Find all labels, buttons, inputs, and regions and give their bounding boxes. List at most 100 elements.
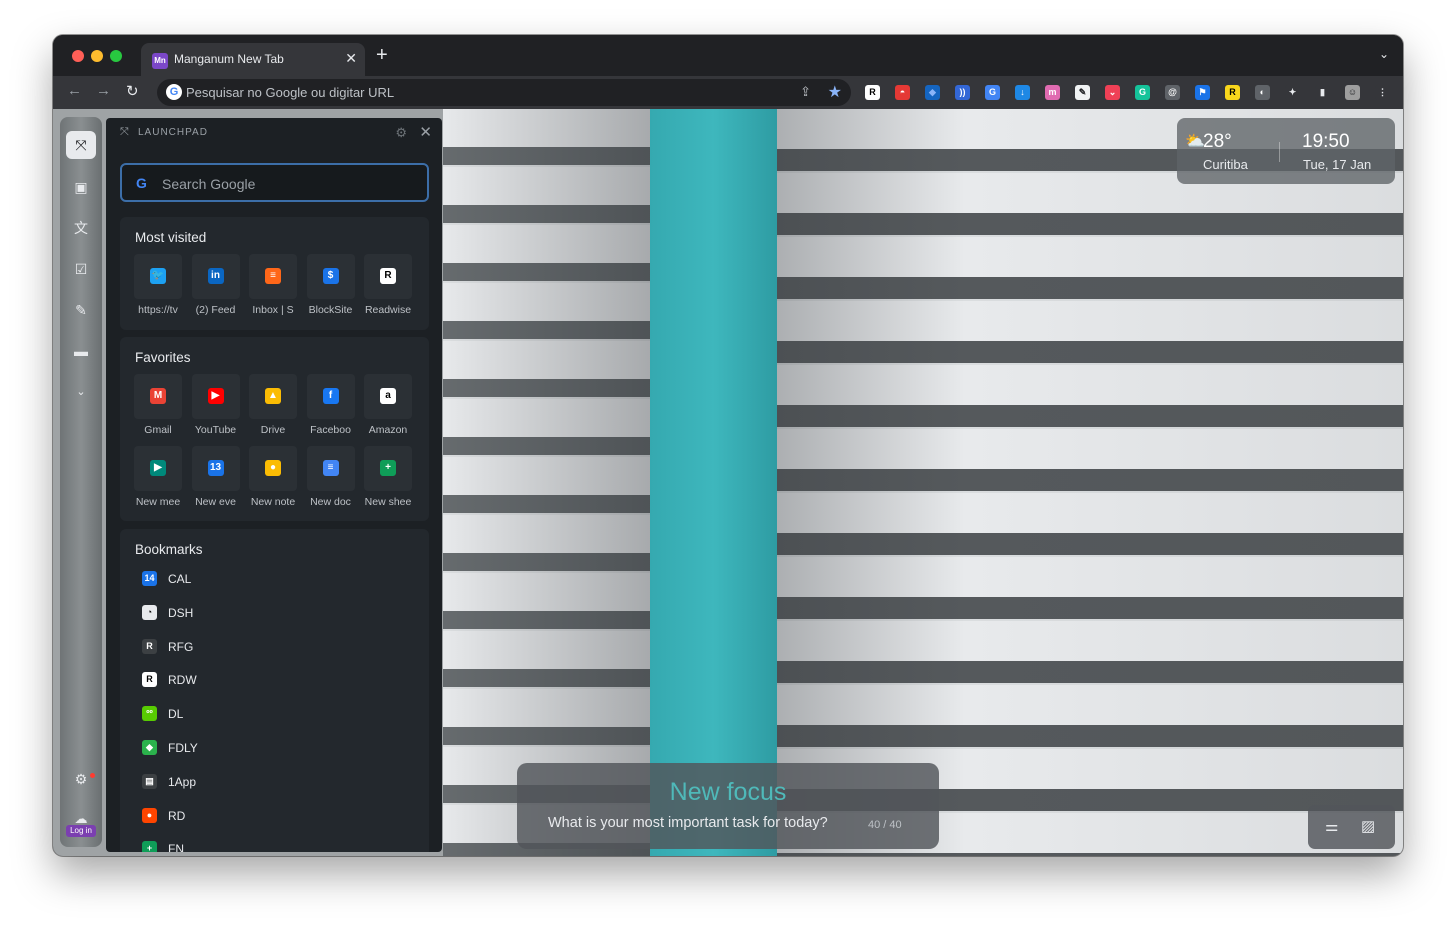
launchpad-settings-icon[interactable]: ⚙ xyxy=(395,125,407,141)
shortcut-tile-box: M xyxy=(134,374,182,419)
sheets-icon: + xyxy=(380,460,396,476)
badge-ext-icon[interactable]: ◐ xyxy=(1255,85,1270,100)
background-shade-right xyxy=(777,109,1403,856)
translate-dock-icon[interactable]: 文 xyxy=(66,214,96,242)
google-g-icon: G xyxy=(166,84,182,100)
circle-ext-icon[interactable]: @ xyxy=(1165,85,1180,100)
launchpad-icon[interactable]: ⤧ xyxy=(66,131,96,159)
docs-icon: ≡ xyxy=(322,460,339,476)
shortcut-tile[interactable]: f Faceboo xyxy=(306,374,357,436)
duolingo-icon: ºº xyxy=(142,706,157,722)
calendar-dock-icon[interactable]: ▣ xyxy=(66,173,96,201)
shortcut-tile[interactable]: 13 New eve xyxy=(191,446,242,508)
shortcut-tile[interactable]: ▲ Drive xyxy=(249,374,299,436)
bookmark-label: DSH xyxy=(168,605,194,620)
grammarly-ext-icon[interactable]: G xyxy=(1135,85,1150,100)
tasks-dock-icon[interactable]: ☑ xyxy=(66,255,96,283)
download-ext-icon[interactable]: ↓ xyxy=(1015,85,1030,100)
shortcut-tile-box: ▶ xyxy=(134,446,182,491)
launchpad-title: LAUNCHPAD xyxy=(138,127,208,138)
shortcut-label: Amazon xyxy=(368,424,408,436)
shortcut-tile[interactable]: a Amazon xyxy=(364,374,414,436)
focus-widget[interactable]: New focus What is your most important ta… xyxy=(517,763,939,849)
login-button[interactable]: Log in xyxy=(66,825,96,837)
maximize-window-button[interactable] xyxy=(110,50,122,62)
puzzle-ext-icon[interactable]: ✦ xyxy=(1285,85,1300,100)
notes-dock-icon[interactable]: ✎ xyxy=(66,296,96,324)
m-ext-icon[interactable]: m xyxy=(1045,85,1060,100)
new-tab-button[interactable]: + xyxy=(376,45,388,65)
most-visited-title: Most visited xyxy=(135,230,207,245)
shortcut-tile[interactable]: 🐦 https://tv xyxy=(134,254,184,316)
chat-dock-icon[interactable]: ▬ xyxy=(66,337,96,365)
shortcut-tile[interactable]: ● New note xyxy=(249,446,299,508)
gem-ext-icon[interactable]: ◆ xyxy=(925,85,940,100)
shortcut-label: New doc xyxy=(310,496,351,508)
new-tab-content: ⤧ ▣ 文 ☑ ✎ ▬ ⌄ ⚙ ☁ Log in ⤧ LAUNCHPAD ⚙ ✕… xyxy=(53,109,1403,856)
menu-dots-icon[interactable]: ⋮ xyxy=(1375,85,1390,100)
back-arrow-icon[interactable]: ← xyxy=(67,82,82,99)
shortcut-tile-box: a xyxy=(364,374,412,419)
shortcut-tile-box: ≡ xyxy=(306,446,355,491)
tab-manganum[interactable]: Mn Manganum New Tab ✕ xyxy=(141,43,365,76)
bookmark-star-icon[interactable]: ★ xyxy=(828,82,842,102)
shortcut-tile[interactable]: ▶ YouTube xyxy=(191,374,242,436)
shortcut-label: New mee xyxy=(135,496,181,508)
compass-icon: ◔ xyxy=(142,604,157,620)
shortcut-tile[interactable]: R Readwise xyxy=(364,254,414,316)
shortcut-tile[interactable]: ≡ New doc xyxy=(306,446,357,508)
sidepanel-ext-icon[interactable]: ▮ xyxy=(1315,85,1330,100)
forward-arrow-icon[interactable]: → xyxy=(96,82,111,99)
shortcut-label: BlockSite xyxy=(308,304,353,316)
shortcut-tile[interactable]: ≡ Inbox | S xyxy=(249,254,299,316)
toggles-icon[interactable]: ⚌ xyxy=(1325,817,1338,835)
focus-question[interactable]: What is your most important task for tod… xyxy=(548,815,828,831)
launchpad-close-icon[interactable]: ✕ xyxy=(419,123,432,141)
pokeball-ext-icon[interactable]: ◓ xyxy=(895,85,910,100)
shortcut-tile[interactable]: in (2) Feed xyxy=(191,254,242,316)
gmail-icon: M xyxy=(150,388,166,404)
note-ext-icon[interactable]: ✎ xyxy=(1075,85,1090,100)
readwise-ext-icon[interactable]: R xyxy=(865,85,880,100)
reload-icon[interactable]: ↻ xyxy=(126,82,139,100)
shortcut-tile[interactable]: M Gmail xyxy=(134,374,184,436)
shortcut-tile[interactable]: ▶ New mee xyxy=(134,446,184,508)
chevron-down-icon[interactable]: ⌄ xyxy=(66,378,96,406)
tab-search-chevron-icon[interactable]: ⌄ xyxy=(1379,47,1389,61)
bookmark-label: CAL xyxy=(168,572,192,586)
settings-gear-icon[interactable]: ⚙ xyxy=(66,765,96,793)
close-window-button[interactable] xyxy=(72,50,84,62)
launchpad-panel: ⤧ LAUNCHPAD ⚙ ✕ G Search Google Most vis… xyxy=(106,118,442,852)
shortcut-tile[interactable]: $ BlockSite xyxy=(306,254,357,316)
background-shade-left xyxy=(443,109,650,856)
substack-icon: ≡ xyxy=(265,268,281,284)
r-yellow-ext-icon[interactable]: R xyxy=(1225,85,1240,100)
bookmarks-card: Bookmarks 14 CAL ◔ DSH R RFG R RDW ºº DL ◆ FDLY ▤ 1Ap… xyxy=(120,529,429,852)
shortcut-tile-box: ≡ xyxy=(249,254,297,299)
profile-avatar-icon[interactable]: ☺ xyxy=(1345,85,1360,100)
weather-widget[interactable]: ⛅ 28° Curitiba 19:50 Tue, 17 Jan xyxy=(1177,118,1395,184)
shortcut-label: New eve xyxy=(195,496,236,508)
minimize-window-button[interactable] xyxy=(91,50,103,62)
omnibox[interactable]: G Pesquisar no Google ou digitar URL ⇪ ★ xyxy=(157,79,851,106)
google-search-input[interactable]: G Search Google xyxy=(120,163,429,202)
omnibox-input[interactable]: Pesquisar no Google ou digitar URL xyxy=(186,85,394,100)
search-placeholder: Search Google xyxy=(162,176,256,192)
wave-ext-icon[interactable]: )) xyxy=(955,85,970,100)
clock-time: 19:50 xyxy=(1302,131,1350,152)
share-icon[interactable]: ⇪ xyxy=(800,84,811,100)
weather-temperature: 28° xyxy=(1203,131,1232,152)
shortcut-label: https://tv xyxy=(138,304,178,316)
pocket-ext-icon[interactable]: ⌄ xyxy=(1105,85,1120,100)
shortcut-label: New shee xyxy=(364,496,412,508)
shortcut-tile[interactable]: + New shee xyxy=(364,446,414,508)
tab-close-icon[interactable]: ✕ xyxy=(345,50,357,67)
image-icon[interactable]: ▨ xyxy=(1361,817,1375,835)
keep-icon: ● xyxy=(265,460,281,476)
flag-ext-icon[interactable]: ⚑ xyxy=(1195,85,1210,100)
translate-ext-icon[interactable]: G xyxy=(985,85,1000,100)
weather-divider xyxy=(1279,142,1280,162)
tab-strip: Mn Manganum New Tab ✕ + ⌄ xyxy=(53,35,1403,76)
shortcut-tile-box: in xyxy=(191,254,240,299)
shortcut-label: Faceboo xyxy=(310,424,351,436)
